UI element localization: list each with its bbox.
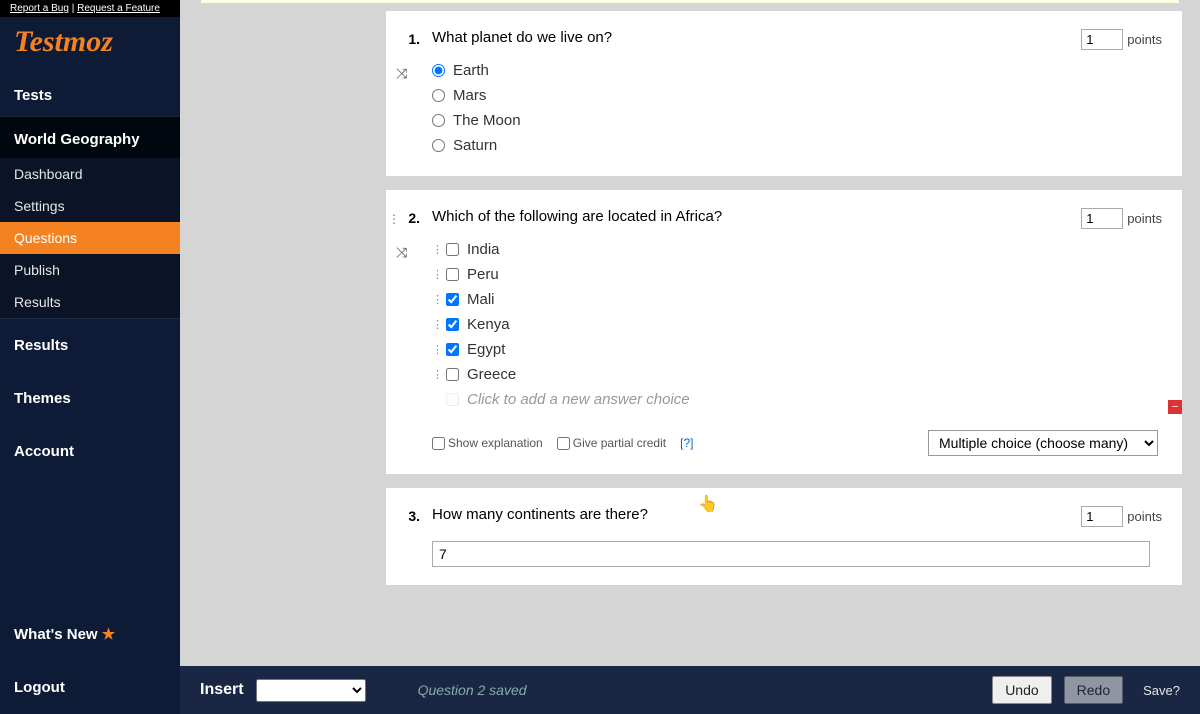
drag-handle-icon[interactable]: ⋮	[432, 293, 438, 306]
points-box: points	[1081, 208, 1162, 229]
fill-in-answer-input[interactable]	[432, 541, 1150, 567]
question-card-2: ⋮ 2. ⤨ Which of the following are locate…	[386, 190, 1182, 474]
add-answer-checkbox	[446, 393, 459, 406]
drag-handle-icon[interactable]: ⋮	[432, 243, 438, 256]
answer-radio[interactable]	[432, 64, 445, 77]
main-area: 1. ⤨ What planet do we live on? Earth Ma…	[180, 0, 1200, 714]
answer-row: ⋮ Greece	[432, 362, 1158, 387]
answer-text[interactable]: The Moon	[453, 112, 521, 129]
answer-row: Saturn	[432, 133, 1158, 158]
points-label: points	[1127, 509, 1162, 524]
insert-label: Insert	[200, 681, 244, 699]
save-link[interactable]: Save?	[1143, 683, 1180, 698]
question-card-3: 3. How many continents are there? points	[386, 488, 1182, 585]
drag-handle-icon[interactable]: ⋮	[432, 268, 438, 281]
answer-text[interactable]: Peru	[467, 266, 499, 283]
action-bar: Insert Question 2 saved Undo Redo Save?	[180, 666, 1200, 714]
answer-radio[interactable]	[432, 89, 445, 102]
redo-button[interactable]: Redo	[1064, 676, 1123, 704]
status-message: Question 2 saved	[418, 682, 981, 698]
nav-themes[interactable]: Themes	[0, 372, 180, 425]
nav-test-title[interactable]: World Geography	[0, 116, 180, 158]
request-feature-link[interactable]: Request a Feature	[77, 3, 160, 14]
question-card-1: 1. ⤨ What planet do we live on? Earth Ma…	[386, 11, 1182, 176]
answer-text[interactable]: Mars	[453, 87, 486, 104]
star-icon: ★	[102, 626, 115, 643]
subnav-results[interactable]: Results	[0, 286, 180, 318]
points-input[interactable]	[1081, 29, 1123, 50]
answer-text[interactable]: Greece	[467, 366, 516, 383]
notice-bar	[201, 0, 1179, 3]
question-text[interactable]: Which of the following are located in Af…	[424, 208, 1158, 225]
points-input[interactable]	[1081, 208, 1123, 229]
answer-text[interactable]: Mali	[467, 291, 495, 308]
sidebar: Report a Bug | Request a Feature Testmoz…	[0, 0, 180, 714]
partial-credit-toggle[interactable]: Give partial credit	[557, 436, 666, 450]
nav-account[interactable]: Account	[0, 425, 180, 478]
points-box: points	[1081, 506, 1162, 527]
nav-whats-new[interactable]: What's New ★	[0, 607, 180, 661]
show-explanation-toggle[interactable]: Show explanation	[432, 436, 543, 450]
answer-radio[interactable]	[432, 114, 445, 127]
answer-row: ⋮ Peru	[432, 262, 1158, 287]
subnav-settings[interactable]: Settings	[0, 190, 180, 222]
subnav-questions[interactable]: Questions	[0, 222, 180, 254]
show-explanation-checkbox[interactable]	[432, 437, 445, 450]
answer-checkbox[interactable]	[446, 293, 459, 306]
answer-row: Earth	[432, 58, 1158, 83]
undo-button[interactable]: Undo	[992, 676, 1051, 704]
nav-tests[interactable]: Tests	[0, 73, 180, 116]
answer-text[interactable]: Egypt	[467, 341, 505, 358]
answer-radio[interactable]	[432, 139, 445, 152]
test-subnav: Dashboard Settings Questions Publish Res…	[0, 158, 180, 318]
help-link[interactable]: [?]	[680, 436, 693, 450]
partial-credit-checkbox[interactable]	[557, 437, 570, 450]
answer-checkbox[interactable]	[446, 243, 459, 256]
add-answer-row[interactable]: ⋮ Click to add a new answer choice	[432, 387, 1158, 412]
answer-text[interactable]: Saturn	[453, 137, 497, 154]
question-number: 3.	[398, 508, 420, 524]
points-label: points	[1127, 211, 1162, 226]
answer-text[interactable]: India	[467, 241, 500, 258]
nav-logout[interactable]: Logout	[0, 661, 180, 714]
points-input[interactable]	[1081, 506, 1123, 527]
subnav-publish[interactable]: Publish	[0, 254, 180, 286]
answer-list: Earth Mars The Moon Saturn	[424, 58, 1158, 158]
answer-checkbox[interactable]	[446, 343, 459, 356]
answer-row: ⋮ India	[432, 237, 1158, 262]
answer-row: The Moon	[432, 108, 1158, 133]
answer-row: ⋮ Kenya	[432, 312, 1158, 337]
answer-row: ⋮ Mali	[432, 287, 1158, 312]
subnav-dashboard[interactable]: Dashboard	[0, 158, 180, 190]
question-footer: Show explanation Give partial credit [?]…	[424, 430, 1158, 456]
question-text[interactable]: What planet do we live on?	[424, 29, 1158, 46]
drag-handle-icon[interactable]: ⋮	[432, 368, 438, 381]
answer-text[interactable]: Earth	[453, 62, 489, 79]
answer-checkbox[interactable]	[446, 318, 459, 331]
drag-handle-icon[interactable]: ⋮	[432, 318, 438, 331]
answer-row: Mars	[432, 83, 1158, 108]
report-bug-link[interactable]: Report a Bug	[10, 3, 69, 14]
answer-row: ⋮ Egypt	[432, 337, 1158, 362]
shuffle-icon[interactable]: ⤨	[396, 65, 407, 82]
whats-new-label: What's New	[14, 626, 98, 643]
question-type-select[interactable]: Multiple choice (choose many)	[928, 430, 1158, 456]
top-links: Report a Bug | Request a Feature	[0, 0, 180, 17]
answer-checkbox[interactable]	[446, 268, 459, 281]
add-answer-placeholder[interactable]: Click to add a new answer choice	[467, 391, 690, 408]
question-text[interactable]: How many continents are there?	[424, 506, 1158, 523]
logo: Testmoz	[0, 17, 180, 73]
answer-text[interactable]: Kenya	[467, 316, 510, 333]
answer-list: ⋮ India ⋮ Peru ⋮ Mali ⋮ Kenya ⋮ Egypt ⋮ Greece…	[424, 237, 1158, 412]
points-label: points	[1127, 32, 1162, 47]
question-number: 2.	[398, 210, 420, 226]
answer-checkbox[interactable]	[446, 368, 459, 381]
question-number: 1.	[398, 31, 420, 47]
insert-type-select[interactable]	[256, 679, 366, 702]
delete-question-icon[interactable]: −	[1168, 400, 1182, 414]
shuffle-icon[interactable]: ⤨	[396, 244, 407, 261]
nav-results[interactable]: Results	[0, 318, 180, 372]
points-box: points	[1081, 29, 1162, 50]
drag-handle-icon[interactable]: ⋮	[432, 343, 438, 356]
